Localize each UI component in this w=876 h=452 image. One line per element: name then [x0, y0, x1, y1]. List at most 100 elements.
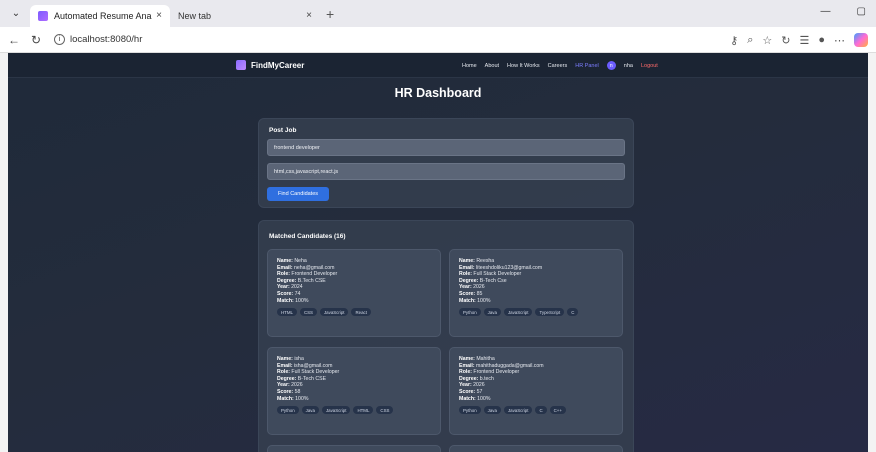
window-controls: — ▢ [821, 6, 866, 17]
skill-tag: JavaScript [503, 406, 533, 415]
skill-tag: HTML [277, 308, 297, 317]
zoom-icon[interactable]: ⌕ [747, 34, 753, 47]
candidate-degree: Degree: B.Tech CSE [277, 277, 326, 284]
skill-tag: JavaScript [503, 308, 533, 317]
avatar[interactable]: n [606, 61, 616, 70]
refresh-icon[interactable]: ↻ [28, 33, 44, 47]
app-navbar: FindMyCareer Home About How It Works Car… [8, 53, 868, 78]
browser-tab-bar: ⌄ Automated Resume Analysis & Sk × New t… [0, 0, 876, 63]
page-title: HR Dashboard [394, 86, 482, 100]
skill-tag: Java [301, 406, 319, 415]
candidate-match: Match: 100% [277, 395, 309, 402]
post-job-title: Post Job [269, 127, 297, 134]
candidate-match: Match: 100% [459, 297, 491, 304]
skill-tag: Python [277, 406, 299, 415]
skill-tag: HTML [353, 406, 374, 415]
skill-tags: Python Java JavaScript C C++ [459, 406, 613, 415]
new-tab-button[interactable]: + [326, 6, 334, 22]
skill-tags: Python Java JavaScript TypeScript C [459, 308, 613, 317]
nav-hr-panel[interactable]: HR Panel [575, 63, 599, 69]
candidate-role: Role: Full Stack Developer [277, 369, 340, 376]
candidate-role: Role: Full Stack Developer [459, 271, 522, 278]
skill-tag: Java [483, 406, 501, 415]
nav-how-it-works[interactable]: How It Works [507, 63, 540, 69]
minimize-icon[interactable]: — [821, 6, 831, 17]
candidate-email: Email: liteeshdoliku123@gmail.com [459, 264, 543, 271]
candidate-name: Name: Mahitha [459, 356, 495, 362]
web-page: FindMyCareer Home About How It Works Car… [8, 53, 868, 452]
nav-home[interactable]: Home [462, 63, 477, 69]
candidate-card: Name: Neha Email: neha@gmail.com Role: F… [267, 249, 441, 337]
skill-tag: C [567, 308, 579, 317]
candidate-degree: Degree: B-Tech Cse [459, 277, 507, 284]
nav-links: Home About How It Works Careers HR Panel… [462, 61, 658, 70]
candidate-email: Email: mahithaduggada@gmail.com [459, 362, 544, 369]
candidate-degree: Degree: b.tech [459, 375, 494, 382]
skill-tag: CSS [376, 406, 394, 415]
more-icon[interactable]: ⋯ [834, 34, 845, 47]
url-field[interactable]: i localhost:8080/hr [54, 34, 142, 45]
key-icon[interactable]: ⚷ [730, 34, 738, 47]
candidate-degree: Degree: B-Tech CSE [277, 375, 327, 382]
candidate-name: Name: isha [277, 356, 304, 362]
candidate-card: Name: Reesha Email: liteeshdoliku123@gma… [449, 249, 623, 337]
skill-tag: C [535, 406, 547, 415]
browser-tab-newtab[interactable]: New tab × [8, 5, 320, 63]
skills-input[interactable]: html,css,javascript,react.js [267, 163, 625, 180]
skill-tag: JavaScript [319, 308, 349, 317]
nav-careers[interactable]: Careers [548, 63, 568, 69]
candidate-name: Name: Neha [277, 258, 307, 264]
tab-title: Automated Resume Analysis & Sk [54, 10, 153, 21]
skill-tag: C++ [549, 406, 566, 415]
candidate-score: Score: 58 [277, 388, 301, 395]
page-margin [0, 53, 8, 452]
browser-toolbar: ⚷ ⌕ ☆ ↻ ☰ ● ⋯ [730, 33, 868, 47]
candidate-role: Role: Frontend Developer [459, 369, 520, 376]
skill-tag: CSS [299, 308, 317, 317]
favorites-icon[interactable]: ☰ [799, 34, 809, 47]
candidate-match: Match: 100% [459, 395, 491, 402]
post-job-card: Post Job frontend developer html,css,jav… [258, 118, 634, 208]
candidate-card-partial [449, 445, 623, 452]
matched-candidates-title: Matched Candidates (16) [269, 233, 346, 240]
close-tab-icon[interactable]: × [306, 10, 312, 21]
candidate-card: Name: isha Email: isha@gmail.com Role: F… [267, 347, 441, 435]
candidate-year: Year: 2024 [277, 284, 303, 291]
skill-tag: Python [459, 406, 481, 415]
candidate-email: Email: neha@gmail.com [277, 264, 335, 271]
logout-link[interactable]: Logout [641, 63, 658, 69]
candidate-year: Year: 2026 [277, 382, 303, 389]
skill-tags: Python Java JavaScript HTML CSS [277, 406, 431, 415]
tab-actions-chevron-icon[interactable]: ⌄ [8, 6, 24, 22]
refresh-extension-icon[interactable]: ↻ [781, 34, 790, 47]
candidate-card-partial [267, 445, 441, 452]
candidate-role: Role: Frontend Developer [277, 271, 338, 278]
matched-candidates-card: Matched Candidates (16) Name: Neha Email… [258, 220, 634, 452]
maximize-icon[interactable]: ▢ [857, 6, 866, 17]
favorite-star-icon[interactable]: ☆ [762, 34, 772, 47]
candidate-email: Email: isha@gmail.com [277, 362, 333, 369]
candidate-score: Score: 74 [277, 290, 301, 297]
skill-tag: JavaScript [321, 406, 351, 415]
skill-tags: HTML CSS JavaScript React [277, 308, 431, 317]
logo-icon [236, 60, 246, 70]
app-favicon-icon [38, 10, 48, 21]
profile-icon[interactable]: ● [818, 34, 825, 46]
user-name: nha [623, 62, 633, 69]
back-arrow-icon[interactable]: ← [6, 33, 22, 47]
candidate-name: Name: Reesha [459, 258, 495, 264]
candidate-year: Year: 2026 [459, 382, 485, 389]
brand[interactable]: FindMyCareer [236, 60, 304, 70]
browser-tab-active[interactable]: Automated Resume Analysis & Sk × [30, 4, 170, 27]
nav-about[interactable]: About [485, 63, 499, 69]
close-tab-icon[interactable]: × [156, 10, 162, 21]
site-info-icon[interactable]: i [54, 34, 65, 45]
skill-tag: TypeScript [535, 308, 565, 317]
copilot-icon[interactable] [854, 33, 868, 47]
candidate-score: Score: 57 [459, 388, 483, 395]
candidate-score: Score: 85 [459, 290, 483, 297]
brand-name: FindMyCareer [251, 60, 305, 70]
job-title-input[interactable]: frontend developer [267, 139, 625, 156]
find-candidates-button[interactable]: Find Candidates [267, 187, 329, 201]
skill-tag: Java [483, 308, 501, 317]
